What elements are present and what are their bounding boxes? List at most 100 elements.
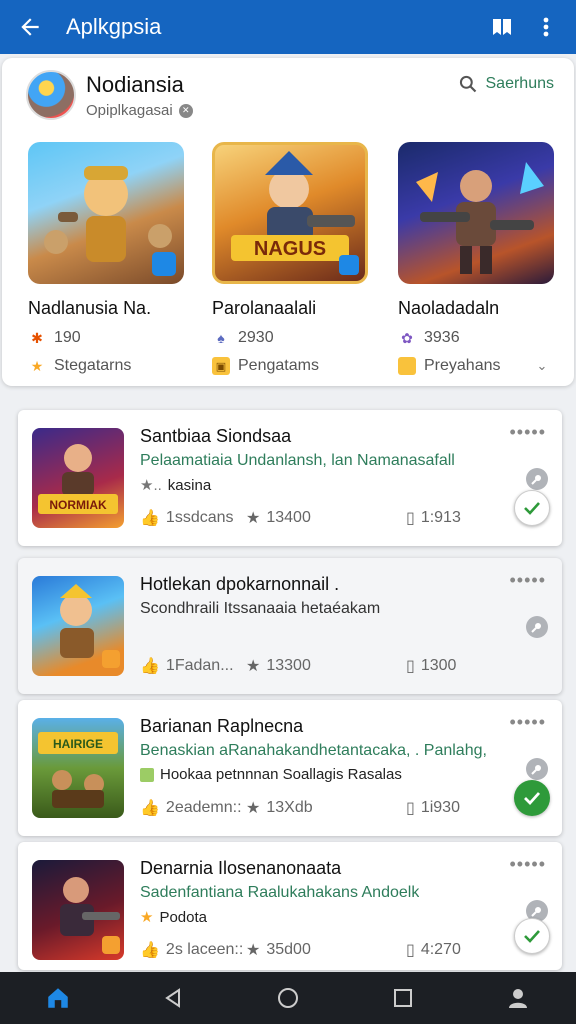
- installed-check-button[interactable]: [514, 780, 550, 816]
- file-icon: ▯: [406, 510, 415, 527]
- featured-card-title: Parolanaalali: [212, 298, 317, 318]
- nav-profile-button[interactable]: [498, 978, 538, 1018]
- game-thumbnail: [32, 576, 124, 676]
- check-icon: [524, 792, 541, 806]
- likes-value: 1ssdcans: [165, 509, 234, 526]
- bookmark-icon: [493, 19, 511, 35]
- likes-value: 2eademn::: [165, 799, 242, 816]
- more-options-button[interactable]: •••••: [509, 570, 546, 591]
- list-item[interactable]: NORMIAK Santbiaa Siondsaa Pelaamatiaia U…: [18, 410, 562, 546]
- rating-value: 13300: [266, 657, 311, 674]
- list-item[interactable]: Hotlekan dpokarnonnail . Scondhraili Its…: [18, 558, 562, 694]
- nav-home-button[interactable]: [38, 978, 78, 1018]
- game-art: NAGUS: [212, 142, 368, 284]
- chevron-down-icon[interactable]: ⌄: [537, 358, 548, 374]
- star-icon: ★: [140, 909, 154, 926]
- more-options-button[interactable]: •••••: [509, 422, 546, 443]
- game-art: [398, 142, 554, 284]
- rating-stat: ★ 13Xdb: [246, 798, 406, 818]
- featured-card-tag: Preyahans ⌄: [398, 357, 558, 375]
- arrow-left-icon: [21, 18, 39, 36]
- developer-name[interactable]: Nodiansia: [86, 72, 184, 98]
- item-stats: 👍 2eademn:: ★ 13Xdb ▯ 1i930: [140, 798, 480, 818]
- file-icon: ▯: [406, 942, 415, 959]
- featured-card[interactable]: Nadlanusia Na. ✱ 190 ★ Stegatarns: [28, 142, 188, 375]
- bookmark-button[interactable]: [486, 11, 518, 43]
- list-item[interactable]: Denarnia Ilosenanonaata Sadenfantiana Ra…: [18, 842, 562, 970]
- game-thumbnail: [32, 860, 124, 960]
- item-subtitle: Scondhraili Itssanaaia hetaéakam: [140, 600, 381, 617]
- featured-card[interactable]: NAGUS Parolanaalali ♠ 2930 ▣ Pengatams: [212, 142, 372, 375]
- item-title: Hotlekan dpokarnonnail .: [140, 574, 340, 594]
- nav-back-button[interactable]: [153, 978, 193, 1018]
- app-bar-title: Aplkgpsia: [66, 14, 162, 39]
- star-icon: ★: [246, 658, 261, 675]
- likes-value: 1Fadan...: [165, 657, 234, 674]
- back-button[interactable]: [14, 11, 46, 43]
- item-tag: ★ Podota: [140, 908, 207, 927]
- game-art: [28, 142, 184, 284]
- featured-card-stat-value: 2930: [238, 329, 274, 346]
- likes-stat: 👍 1Fadan...: [140, 656, 246, 676]
- featured-card-stat: ♠ 2930: [212, 329, 372, 347]
- featured-card-tag-text: Preyahans: [424, 357, 501, 374]
- pin-icon[interactable]: [526, 468, 548, 490]
- more-options-button[interactable]: •••••: [509, 854, 546, 875]
- tag-icon: [140, 767, 154, 782]
- pin-icon[interactable]: [526, 616, 548, 638]
- developer-subtitle-text: Opiplkagasai: [86, 102, 173, 119]
- badge-icon: ✿: [401, 329, 413, 346]
- featured-card-tag-text: Pengatams: [238, 357, 319, 374]
- nav-recents-button[interactable]: [383, 978, 423, 1018]
- thumbs-up-icon: 👍: [140, 800, 160, 817]
- item-subtitle: Benaskian aRanahakandhetantacaka, . Panl…: [140, 742, 487, 759]
- more-vert-icon: [543, 17, 549, 37]
- star-icon: ★: [246, 510, 261, 527]
- developer-avatar[interactable]: [26, 70, 76, 120]
- pin-icon[interactable]: [526, 758, 548, 780]
- search-button[interactable]: Saerhuns: [458, 74, 555, 94]
- home-icon: [47, 988, 68, 1008]
- rating-stat: ★ 35d00: [246, 940, 406, 960]
- featured-card-tag-text: Stegatarns: [54, 357, 132, 374]
- game-thumbnail-text: NORMIAK: [49, 498, 107, 512]
- featured-card-stat: ✱ 190: [28, 329, 188, 347]
- tag-icon: ▣: [212, 357, 230, 375]
- item-stats: 👍 2s laceen:: ★ 35d00 ▯ 4:270: [140, 940, 480, 960]
- featured-card[interactable]: Naoladadaln ✿ 3936 Preyahans ⌄: [398, 142, 558, 375]
- rating-value: 35d00: [266, 941, 311, 958]
- files-stat: ▯ 1i930: [406, 798, 460, 818]
- item-subtitle: Sadenfantiana Raalukahakans Andoelk: [140, 884, 420, 901]
- files-stat: ▯ 1300: [406, 656, 456, 676]
- list-item[interactable]: HAIRIGE Barianan Raplnecna Benaskian aRa…: [18, 700, 562, 836]
- game-thumbnail: NORMIAK: [32, 428, 124, 528]
- item-tag-text: Hookaa petnnnan Soallagis Rasalas: [160, 766, 402, 783]
- installed-check-button[interactable]: [514, 490, 550, 526]
- files-stat: ▯ 4:270: [406, 940, 461, 960]
- badge-icon: ✱: [31, 329, 43, 346]
- circle-home-icon: [277, 988, 298, 1008]
- more-menu-button[interactable]: [530, 11, 562, 43]
- star-icon: ★: [30, 357, 44, 374]
- rating-stat: ★ 13300: [246, 656, 406, 676]
- item-title: Denarnia Ilosenanonaata: [140, 858, 342, 878]
- installed-check-button[interactable]: [514, 918, 550, 954]
- featured-card-stat-value: 190: [54, 329, 81, 346]
- likes-stat: 👍 1ssdcans: [140, 508, 246, 528]
- rating-value: 13Xdb: [266, 799, 313, 816]
- item-subtitle: Pelaamatiaia Undanlansh, lan Namanasafal…: [140, 452, 455, 469]
- tag-icon: [398, 357, 416, 375]
- search-label: Saerhuns: [485, 75, 555, 92]
- more-options-button[interactable]: •••••: [509, 712, 546, 733]
- nav-home-circle-button[interactable]: [268, 978, 308, 1018]
- triangle-back-icon: [164, 988, 180, 1008]
- check-icon: [524, 930, 540, 943]
- thumbs-up-icon: 👍: [140, 658, 160, 675]
- game-thumbnail-text: HAIRIGE: [53, 737, 103, 751]
- featured-card-title: Naoladadaln: [398, 298, 500, 318]
- item-tag-text: Podota: [159, 908, 207, 926]
- verified-icon: ✕: [178, 103, 193, 118]
- star-icon: ★..: [140, 477, 162, 494]
- featured-card-stat: ✿ 3936: [398, 329, 558, 347]
- file-icon: ▯: [406, 658, 415, 675]
